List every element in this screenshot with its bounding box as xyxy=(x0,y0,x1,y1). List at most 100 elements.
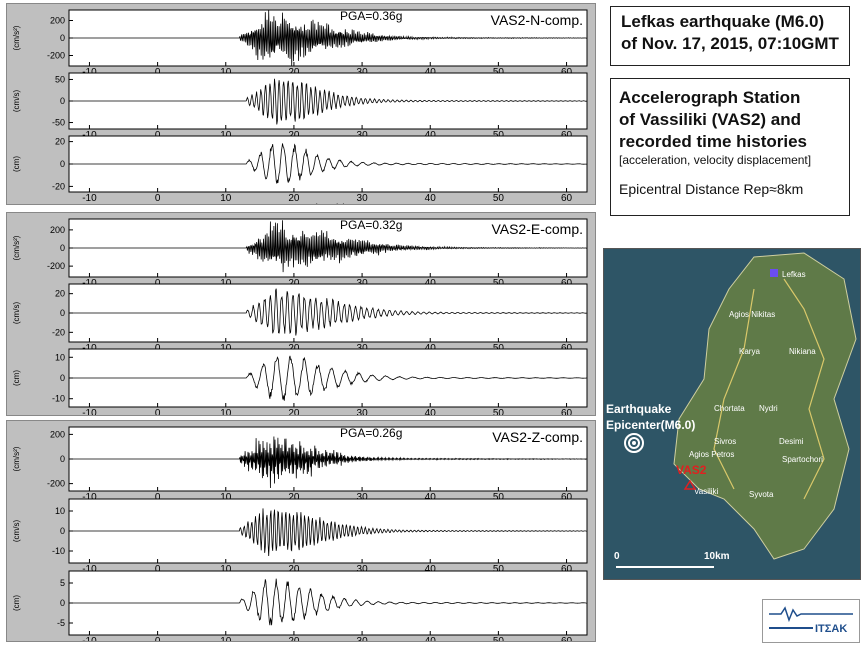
station-box: Accelerograph Station of Vassiliki (VAS2… xyxy=(610,78,850,216)
title-box: Lefkas earthquake (M6.0) of Nov. 17, 201… xyxy=(610,6,850,66)
x-tick-label: 20 xyxy=(288,408,300,415)
epicenter-label: Earthquake xyxy=(606,402,672,416)
x-tick-label: 10 xyxy=(220,408,232,415)
x-tick-label: 40 xyxy=(425,408,437,415)
y-tick-label: 0 xyxy=(60,243,65,253)
pga-label: PGA=0.32g xyxy=(340,218,402,232)
place-label: Nydri xyxy=(759,404,778,413)
x-tick-label: 30 xyxy=(357,636,369,641)
x-tick-label: 60 xyxy=(561,636,573,641)
y-axis-label: (cm/s²) xyxy=(12,235,21,260)
y-axis-label: (cm/s) xyxy=(12,90,21,113)
pga-label: PGA=0.36g xyxy=(340,9,402,23)
place-label: Karya xyxy=(739,347,760,356)
y-tick-label: 50 xyxy=(55,74,65,84)
component-group: (cm/s²)2000-200-100102030405060PGA=0.36g… xyxy=(6,3,596,205)
y-tick-label: -5 xyxy=(57,618,65,628)
x-tick-label: 50 xyxy=(493,408,505,415)
y-axis-label: (cm/s²) xyxy=(12,25,21,50)
y-axis-label: (cm) xyxy=(12,595,21,611)
component-label: VAS2-Z-comp. xyxy=(492,429,583,445)
island-map: Lefkas Karya Nikiana Chortata Nydri Sivr… xyxy=(603,248,861,580)
x-tick-label: -10 xyxy=(82,408,97,415)
x-tick-label: 40 xyxy=(425,636,437,641)
component-group: (cm/s²) 200 0 -200 -10 0 10 20 30 40 50 60 PGA=0.26g… xyxy=(6,420,596,642)
x-tick-label: 0 xyxy=(155,636,161,641)
y-tick-label: -20 xyxy=(52,327,65,337)
component-label: VAS2-N-comp. xyxy=(491,12,583,28)
y-axis-label: (cm/s) xyxy=(12,302,21,325)
y-tick-label: -200 xyxy=(47,479,65,489)
x-tick-label: 50 xyxy=(493,636,505,641)
place-label: Nikiana xyxy=(789,347,816,356)
y-tick-label: 10 xyxy=(55,352,65,362)
y-tick-label: -10 xyxy=(52,546,65,556)
component-chart: (cm/s²)2000-200-100102030405060PGA=0.36g… xyxy=(12,9,588,204)
place-label: Vasiliki xyxy=(694,487,719,496)
title-line-1: Lefkas earthquake (M6.0) xyxy=(621,12,825,31)
component-chart: (cm/s²)2000-200-100102030405060PGA=0.32g… xyxy=(12,218,588,415)
itsak-logo: ΙΤΣΑΚ xyxy=(762,599,860,643)
x-tick-label: 30 xyxy=(357,193,369,204)
component-label: VAS2-E-comp. xyxy=(491,221,583,237)
y-tick-label: 200 xyxy=(50,225,65,235)
x-tick-label: 40 xyxy=(425,193,437,204)
y-axis-label: (cm) xyxy=(12,156,21,172)
place-label: Chortata xyxy=(714,404,745,413)
y-tick-label: 0 xyxy=(60,598,65,608)
place-label: Spartochori xyxy=(782,455,823,464)
logo-graphic: ΙΤΣΑΚ xyxy=(769,606,853,635)
epicentral-distance: Epicentral Distance Rep≈8km xyxy=(619,181,804,197)
x-tick-label: -10 xyxy=(82,636,97,641)
station-line-3: recorded time histories xyxy=(619,132,808,151)
scale-start: 0 xyxy=(614,551,620,562)
place-label: Syvota xyxy=(749,490,774,499)
x-tick-label: 20 xyxy=(288,636,300,641)
y-tick-label: 20 xyxy=(55,289,65,299)
x-tick-label: 50 xyxy=(493,193,505,204)
y-tick-label: -20 xyxy=(52,181,65,191)
x-tick-label: 10 xyxy=(220,636,232,641)
y-tick-label: 0 xyxy=(60,526,65,536)
logo-wave-icon xyxy=(769,606,853,623)
y-tick-label: 0 xyxy=(60,308,65,318)
y-tick-label: 0 xyxy=(60,373,65,383)
epicenter-label: Epicenter(M6.0) xyxy=(606,418,695,432)
x-tick-label: 60 xyxy=(561,408,573,415)
component-group: (cm/s²)2000-200-100102030405060PGA=0.32g… xyxy=(6,212,596,416)
x-tick-label: -10 xyxy=(82,193,97,204)
y-tick-label: 200 xyxy=(50,429,65,439)
x-tick-label: 0 xyxy=(155,193,161,204)
y-tick-label: 10 xyxy=(55,506,65,516)
map-graphic: Lefkas Karya Nikiana Chortata Nydri Sivr… xyxy=(604,249,860,579)
y-tick-label: 0 xyxy=(60,33,65,43)
y-tick-label: -200 xyxy=(47,51,65,61)
component-chart: (cm/s²)2000-200-10 0 10 20 30 40 50 60PGA=0.26g… xyxy=(12,426,588,641)
x-axis-label: Time (s) xyxy=(310,203,346,204)
place-label: Sivros xyxy=(714,437,736,446)
lefkas-marker xyxy=(770,269,778,277)
x-tick-label: 10 xyxy=(220,193,232,204)
x-tick-label: 0 xyxy=(155,408,161,415)
y-tick-label: -10 xyxy=(52,394,65,404)
y-tick-label: -50 xyxy=(52,118,65,128)
place-label: Agios Nikitas xyxy=(729,310,775,319)
place-label: Lefkas xyxy=(782,270,806,279)
station-label: VAS2 xyxy=(676,463,707,477)
station-note: [acceleration, velocity displacement] xyxy=(619,153,812,167)
pga-label: PGA=0.26g xyxy=(340,426,402,440)
station-line-1: Accelerograph Station xyxy=(619,88,801,107)
y-axis-label: (cm/s²) xyxy=(12,446,21,471)
station-line-2: of Vassiliki (VAS2) and xyxy=(619,110,802,129)
x-tick-label: 30 xyxy=(357,408,369,415)
y-tick-label: 20 xyxy=(55,137,65,147)
x-tick-label: 20 xyxy=(288,193,300,204)
y-tick-label: -200 xyxy=(47,261,65,271)
y-tick-label: 0 xyxy=(60,96,65,106)
y-axis-label: (cm/s) xyxy=(12,520,21,543)
title-line-2: of Nov. 17, 2015, 07:10GMT xyxy=(621,34,839,53)
y-tick-label: 0 xyxy=(60,159,65,169)
y-tick-label: 0 xyxy=(60,454,65,464)
seismogram-panels: (cm/s²)2000-200-100102030405060PGA=0.36g… xyxy=(0,0,600,644)
y-tick-label: 5 xyxy=(60,578,65,588)
